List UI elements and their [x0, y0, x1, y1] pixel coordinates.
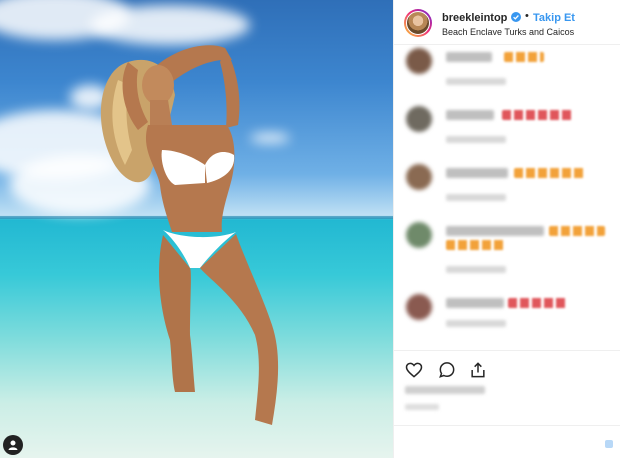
model-figure [100, 45, 279, 425]
commenter-avatar[interactable] [406, 164, 432, 190]
comment-text [446, 52, 492, 62]
comment-meta [446, 266, 506, 273]
avatar[interactable] [404, 9, 432, 37]
comment-meta [446, 320, 506, 327]
username-link[interactable]: breekleintop [442, 12, 507, 24]
comments-list[interactable] [394, 44, 620, 350]
commenter-avatar[interactable] [406, 48, 432, 74]
separator-dot: • [525, 10, 529, 22]
comment-text [446, 298, 504, 308]
likes-count[interactable] [405, 386, 485, 394]
heart-icon[interactable] [404, 360, 424, 380]
post-side-panel: breekleintop • Takip Et Beach Enclave Tu… [393, 0, 620, 458]
commenter-avatar[interactable] [406, 106, 432, 132]
comment-text [446, 168, 508, 178]
location-link[interactable]: Beach Enclave Turks and Caicos [442, 27, 574, 37]
user-tag-button[interactable] [3, 435, 23, 455]
post-comment-button[interactable] [605, 440, 613, 448]
add-comment-bar [394, 425, 620, 459]
comment-meta [446, 78, 506, 85]
comment-meta [446, 194, 506, 201]
comment-meta [446, 136, 506, 143]
commenter-avatar[interactable] [406, 222, 432, 248]
post-photo[interactable] [0, 0, 393, 458]
comment-input[interactable] [402, 435, 586, 453]
post-date [405, 404, 439, 410]
comment-emoji [502, 110, 574, 120]
verified-badge-icon [511, 12, 521, 22]
comment-emoji [514, 168, 584, 178]
comment-text [446, 226, 544, 236]
comment-icon[interactable] [437, 360, 457, 380]
commenter-avatar[interactable] [406, 294, 432, 320]
share-icon[interactable] [468, 360, 488, 380]
post-header: breekleintop • Takip Et Beach Enclave Tu… [394, 0, 620, 45]
user-icon [8, 440, 18, 450]
follow-button[interactable]: Takip Et [533, 12, 575, 24]
comment-emoji [504, 52, 544, 62]
avatar-image [406, 11, 430, 35]
comment-emoji [508, 298, 566, 308]
comment-text [446, 110, 494, 120]
comment-emoji [446, 240, 504, 250]
comment-emoji [549, 226, 605, 236]
